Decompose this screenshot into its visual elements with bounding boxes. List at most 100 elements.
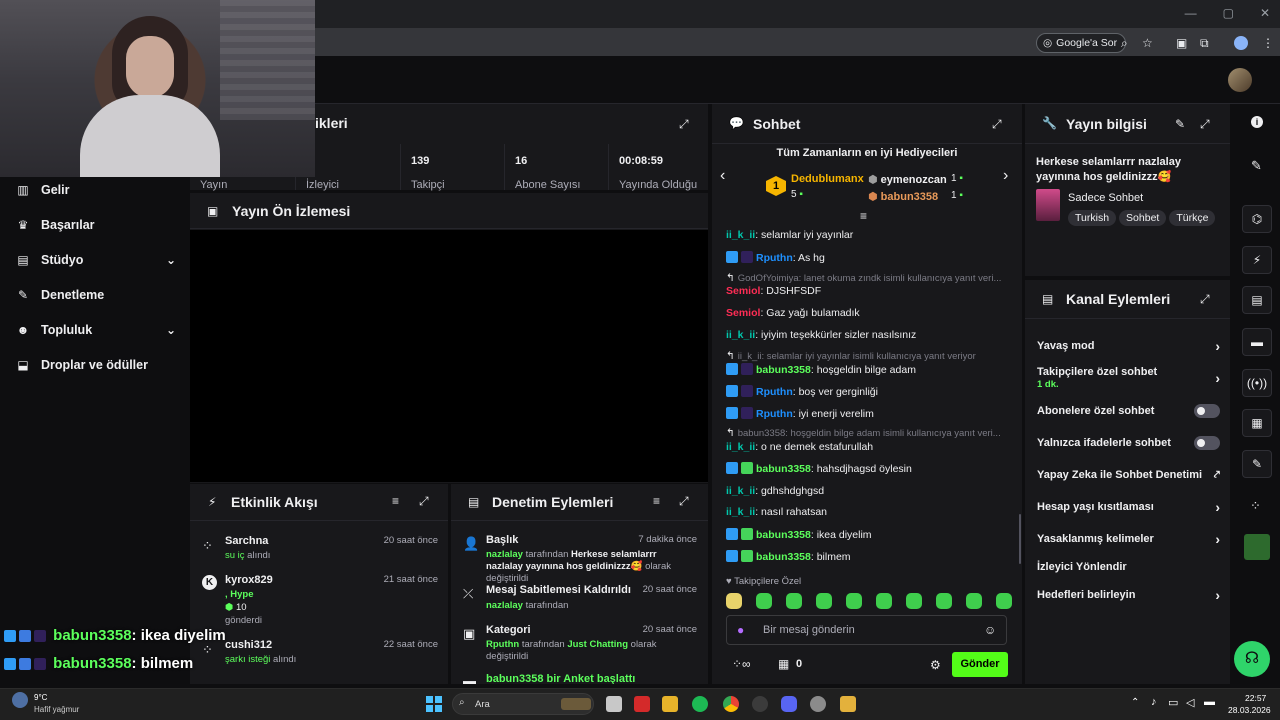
nav-item-moderation[interactable]: ✎ Denetleme <box>16 280 176 310</box>
network-icon[interactable]: ▭ <box>1168 696 1178 709</box>
nav-item-income[interactable]: ▥ Gelir <box>16 175 176 205</box>
document-icon[interactable]: ▤ <box>1242 286 1272 314</box>
emoji-icon[interactable]: ☺ <box>984 623 996 637</box>
puzzle-icon[interactable]: ⧉ <box>1200 34 1209 52</box>
emote-icon[interactable] <box>846 593 862 609</box>
chat-username[interactable]: ii_k_ii <box>726 485 755 497</box>
chat-scrollbar[interactable] <box>1019 514 1021 564</box>
chat-message[interactable]: babun3358: bilmem <box>726 550 1012 563</box>
emote-icon[interactable] <box>966 593 982 609</box>
chevron-right-icon[interactable]: › <box>1003 167 1008 185</box>
google-ask-button[interactable]: ◎ Google'a Sor <box>1036 33 1127 53</box>
chat-message[interactable]: ii_k_ii: selamlar iyi yayınlar <box>726 229 1012 241</box>
slow-mode-row[interactable]: Yavaş mod › <box>1037 338 1220 354</box>
account-age-row[interactable]: Hesap yaşı kısıtlaması › <box>1037 499 1220 515</box>
nav-item-community[interactable]: ☻ Topluluk ⌄ <box>16 315 176 345</box>
chat-message[interactable]: babun3358: hoşgeldin bilge adam <box>726 363 1012 376</box>
expand-icon[interactable]: ⤢ <box>1200 292 1210 307</box>
subscribers-only-toggle[interactable] <box>1194 404 1220 418</box>
bot-icon[interactable] <box>1244 534 1270 560</box>
battery-icon[interactable]: ▬ <box>1204 696 1215 708</box>
redeem-icon[interactable]: ⁘ <box>1250 498 1261 514</box>
gifter-name[interactable]: babun3358 <box>881 191 938 203</box>
banned-words-row[interactable]: Yasaklanmış kelimeler › <box>1037 531 1220 547</box>
extension-icon[interactable]: ▣ <box>1176 34 1187 52</box>
chat-message[interactable]: Semiol: Gaz yağı bulamadık <box>726 307 1012 319</box>
set-goals-row[interactable]: Hedefleri belirleyin › <box>1037 587 1220 603</box>
spotify-icon[interactable] <box>692 696 708 712</box>
lightning-icon[interactable]: ⚡ <box>1242 246 1272 274</box>
emote-icon[interactable] <box>996 593 1012 609</box>
edit-pencil-icon[interactable]: ✎ <box>1251 158 1262 174</box>
edit-pencil-icon[interactable]: ✎ <box>1175 117 1185 131</box>
microphone-icon[interactable]: ♪ <box>1151 696 1157 708</box>
chat-message[interactable]: ii_k_ii: iyiyim teşekkürler sizler nasıl… <box>726 329 1012 341</box>
expand-icon[interactable]: ⤢ <box>679 494 689 509</box>
emote-icon[interactable] <box>936 593 952 609</box>
chat-username[interactable]: ii_k_ii <box>726 506 755 518</box>
chat-message[interactable]: Rputhn: As hg <box>726 251 1012 264</box>
app-p-icon[interactable] <box>634 696 650 712</box>
points-icon[interactable]: ⁘∞ <box>732 657 751 671</box>
tag[interactable]: Turkish <box>1068 210 1117 226</box>
discord-icon[interactable] <box>781 696 797 712</box>
chat-input[interactable]: ● Bir mesaj gönderin ☺ <box>726 615 1007 645</box>
chat-message[interactable]: Semiol: DJSHFSDF <box>726 285 1012 297</box>
zoom-icon[interactable]: ⌕ <box>1121 34 1128 52</box>
host-viewers-row[interactable]: İzleyici Yönlendir <box>1037 561 1220 573</box>
wrench-icon[interactable]: ✎ <box>1242 450 1272 478</box>
chat-username[interactable]: babun3358 <box>756 364 811 376</box>
chat-message[interactable]: ii_k_ii: nasıl rahatsan <box>726 506 1012 518</box>
emote-icon[interactable] <box>876 593 892 609</box>
channel-icon[interactable]: ▦ <box>1242 409 1272 437</box>
followers-only-row[interactable]: Takipçilere özel sohbet 1 dk. › <box>1037 366 1220 390</box>
emote-icon[interactable] <box>786 593 802 609</box>
category-thumbnail[interactable] <box>1036 189 1060 221</box>
camera-icon[interactable]: ⌬ <box>1242 205 1272 233</box>
chat-reply-line[interactable]: ↰ GodOfYoimiya: lanet okuma zındk isimli… <box>726 272 1012 284</box>
info-icon[interactable]: i <box>1251 116 1263 128</box>
weather-icon[interactable] <box>12 692 28 708</box>
nav-item-studio[interactable]: ▤ Stüdyo ⌄ <box>16 245 176 275</box>
settings-gear-icon[interactable]: ⚙ <box>930 658 941 672</box>
tag[interactable]: Türkçe <box>1169 210 1216 226</box>
chat-message[interactable]: babun3358: hahsdjhagsd öylesin <box>726 462 1012 475</box>
minimize-icon[interactable]: — <box>1185 6 1197 20</box>
chat-username[interactable]: babun3358 <box>756 463 811 475</box>
bookmark-star-icon[interactable]: ☆ <box>1142 34 1153 52</box>
volume-icon[interactable]: ◁ <box>1186 696 1194 709</box>
microphone-icon[interactable]: ● <box>737 623 744 637</box>
chevron-left-icon[interactable]: ‹ <box>720 167 725 185</box>
maximize-icon[interactable]: ▢ <box>1223 6 1234 20</box>
expand-icon[interactable]: ⤢ <box>679 117 693 131</box>
chat-reply-line[interactable]: ↰ ii_k_ii: selamlar iyi yayınlar isimli … <box>726 350 1012 362</box>
chat-username[interactable]: Semiol <box>726 285 760 297</box>
category-name[interactable]: Sadece Sohbet <box>1068 192 1143 204</box>
expand-icon[interactable]: ⤢ <box>419 494 429 509</box>
chevron-up-icon[interactable]: ⌃ <box>1131 697 1139 708</box>
settings-gear-icon[interactable] <box>810 696 826 712</box>
chat-message[interactable]: Rputhn: boş ver gerginliği <box>726 385 1012 398</box>
user-avatar[interactable] <box>1228 68 1252 92</box>
send-button[interactable]: Gönder <box>952 652 1008 677</box>
chat-message[interactable]: Rputhn: iyi enerji verelim <box>726 407 1012 420</box>
emote-only-row[interactable]: Yalnızca ifadelerle sohbet <box>1037 436 1220 450</box>
profile-icon[interactable] <box>1234 36 1248 50</box>
chat-username[interactable]: ii_k_ii <box>726 329 755 341</box>
emote-icon[interactable] <box>756 593 772 609</box>
chat-message[interactable]: ii_k_ii: o ne demek estafurullah <box>726 441 1012 453</box>
subscribers-only-row[interactable]: Abonelere özel sohbet <box>1037 404 1220 418</box>
emote-only-toggle[interactable] <box>1194 436 1220 450</box>
support-headset-icon[interactable]: ☊ <box>1234 641 1270 677</box>
gifter-name[interactable]: Dedublumanx <box>791 173 864 185</box>
chat-bubble-icon[interactable]: ▬ <box>1242 328 1272 356</box>
chat-username[interactable]: Rputhn <box>756 252 793 264</box>
preview-video[interactable] <box>190 230 708 482</box>
collapse-icon[interactable]: ≡ <box>860 209 867 223</box>
chat-username[interactable]: babun3358 <box>756 551 811 563</box>
emote-icon[interactable] <box>906 593 922 609</box>
close-icon[interactable]: ✕ <box>1260 6 1270 20</box>
taskbar-search[interactable]: ⌕ Ara <box>452 693 594 715</box>
filter-icon[interactable]: ≡ <box>392 494 399 508</box>
chat-username[interactable]: ii_k_ii <box>726 441 755 453</box>
